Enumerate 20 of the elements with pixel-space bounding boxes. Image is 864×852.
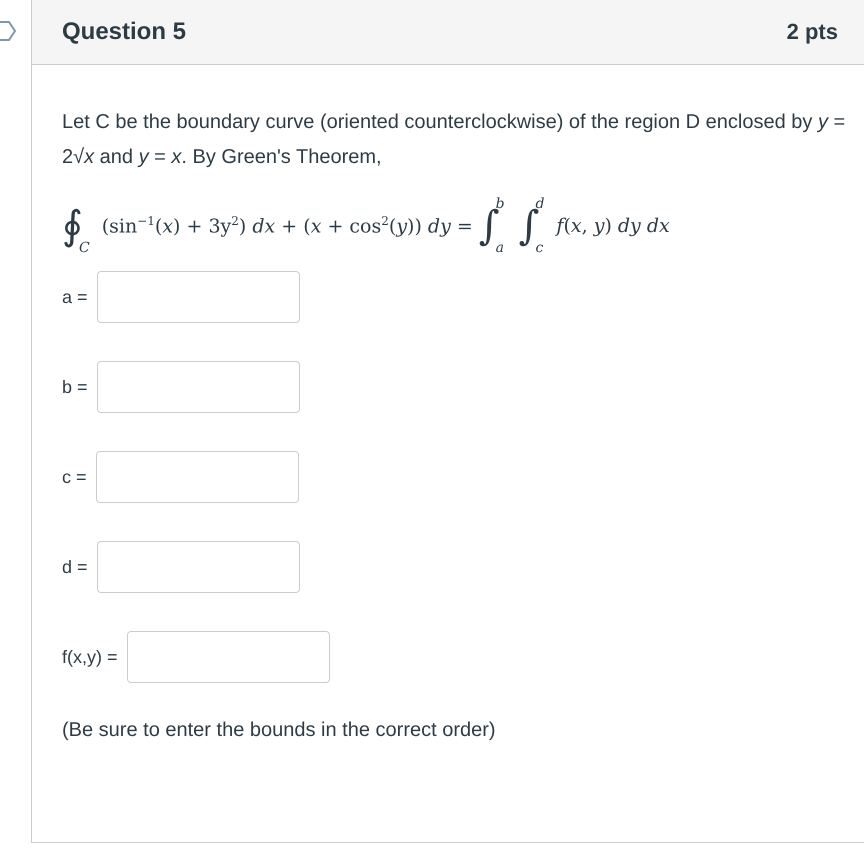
pentagon-marker-icon bbox=[0, 20, 16, 42]
answer-field[interactable] bbox=[126, 631, 330, 683]
answer-field[interactable] bbox=[96, 271, 300, 323]
question-text: Let C be the boundary curve (oriented counterclockwise) of the region D enclosed by y = 2√x and y = x. By Green's Theorem, bbox=[62, 110, 846, 170]
lower-limit: a bbox=[496, 240, 505, 256]
lower-limit: C bbox=[79, 240, 90, 256]
answer-field[interactable] bbox=[96, 361, 300, 413]
answer-field[interactable] bbox=[96, 451, 299, 503]
answer-label: f(x,y) = bbox=[62, 646, 118, 668]
formula-text: f(x, y) dy dx bbox=[556, 215, 670, 237]
instruction-text: (Be sure to enter the bounds in the correct order) bbox=[62, 719, 497, 742]
formula-text: (sin$^{−1}$(x) + 3y$^{2}$) dx + (x + cos$^{2}$(y)) dy = bbox=[102, 214, 473, 238]
question-title: Question 5 bbox=[62, 18, 186, 46]
lower-limit: c bbox=[535, 240, 544, 256]
answer-label: b = bbox=[62, 376, 88, 398]
points-label: 2 pts bbox=[786, 19, 838, 45]
answer-label: c = bbox=[62, 466, 87, 488]
answer-label: a = bbox=[62, 286, 88, 308]
answer-label: d = bbox=[62, 556, 88, 578]
answer-field[interactable] bbox=[96, 541, 300, 593]
